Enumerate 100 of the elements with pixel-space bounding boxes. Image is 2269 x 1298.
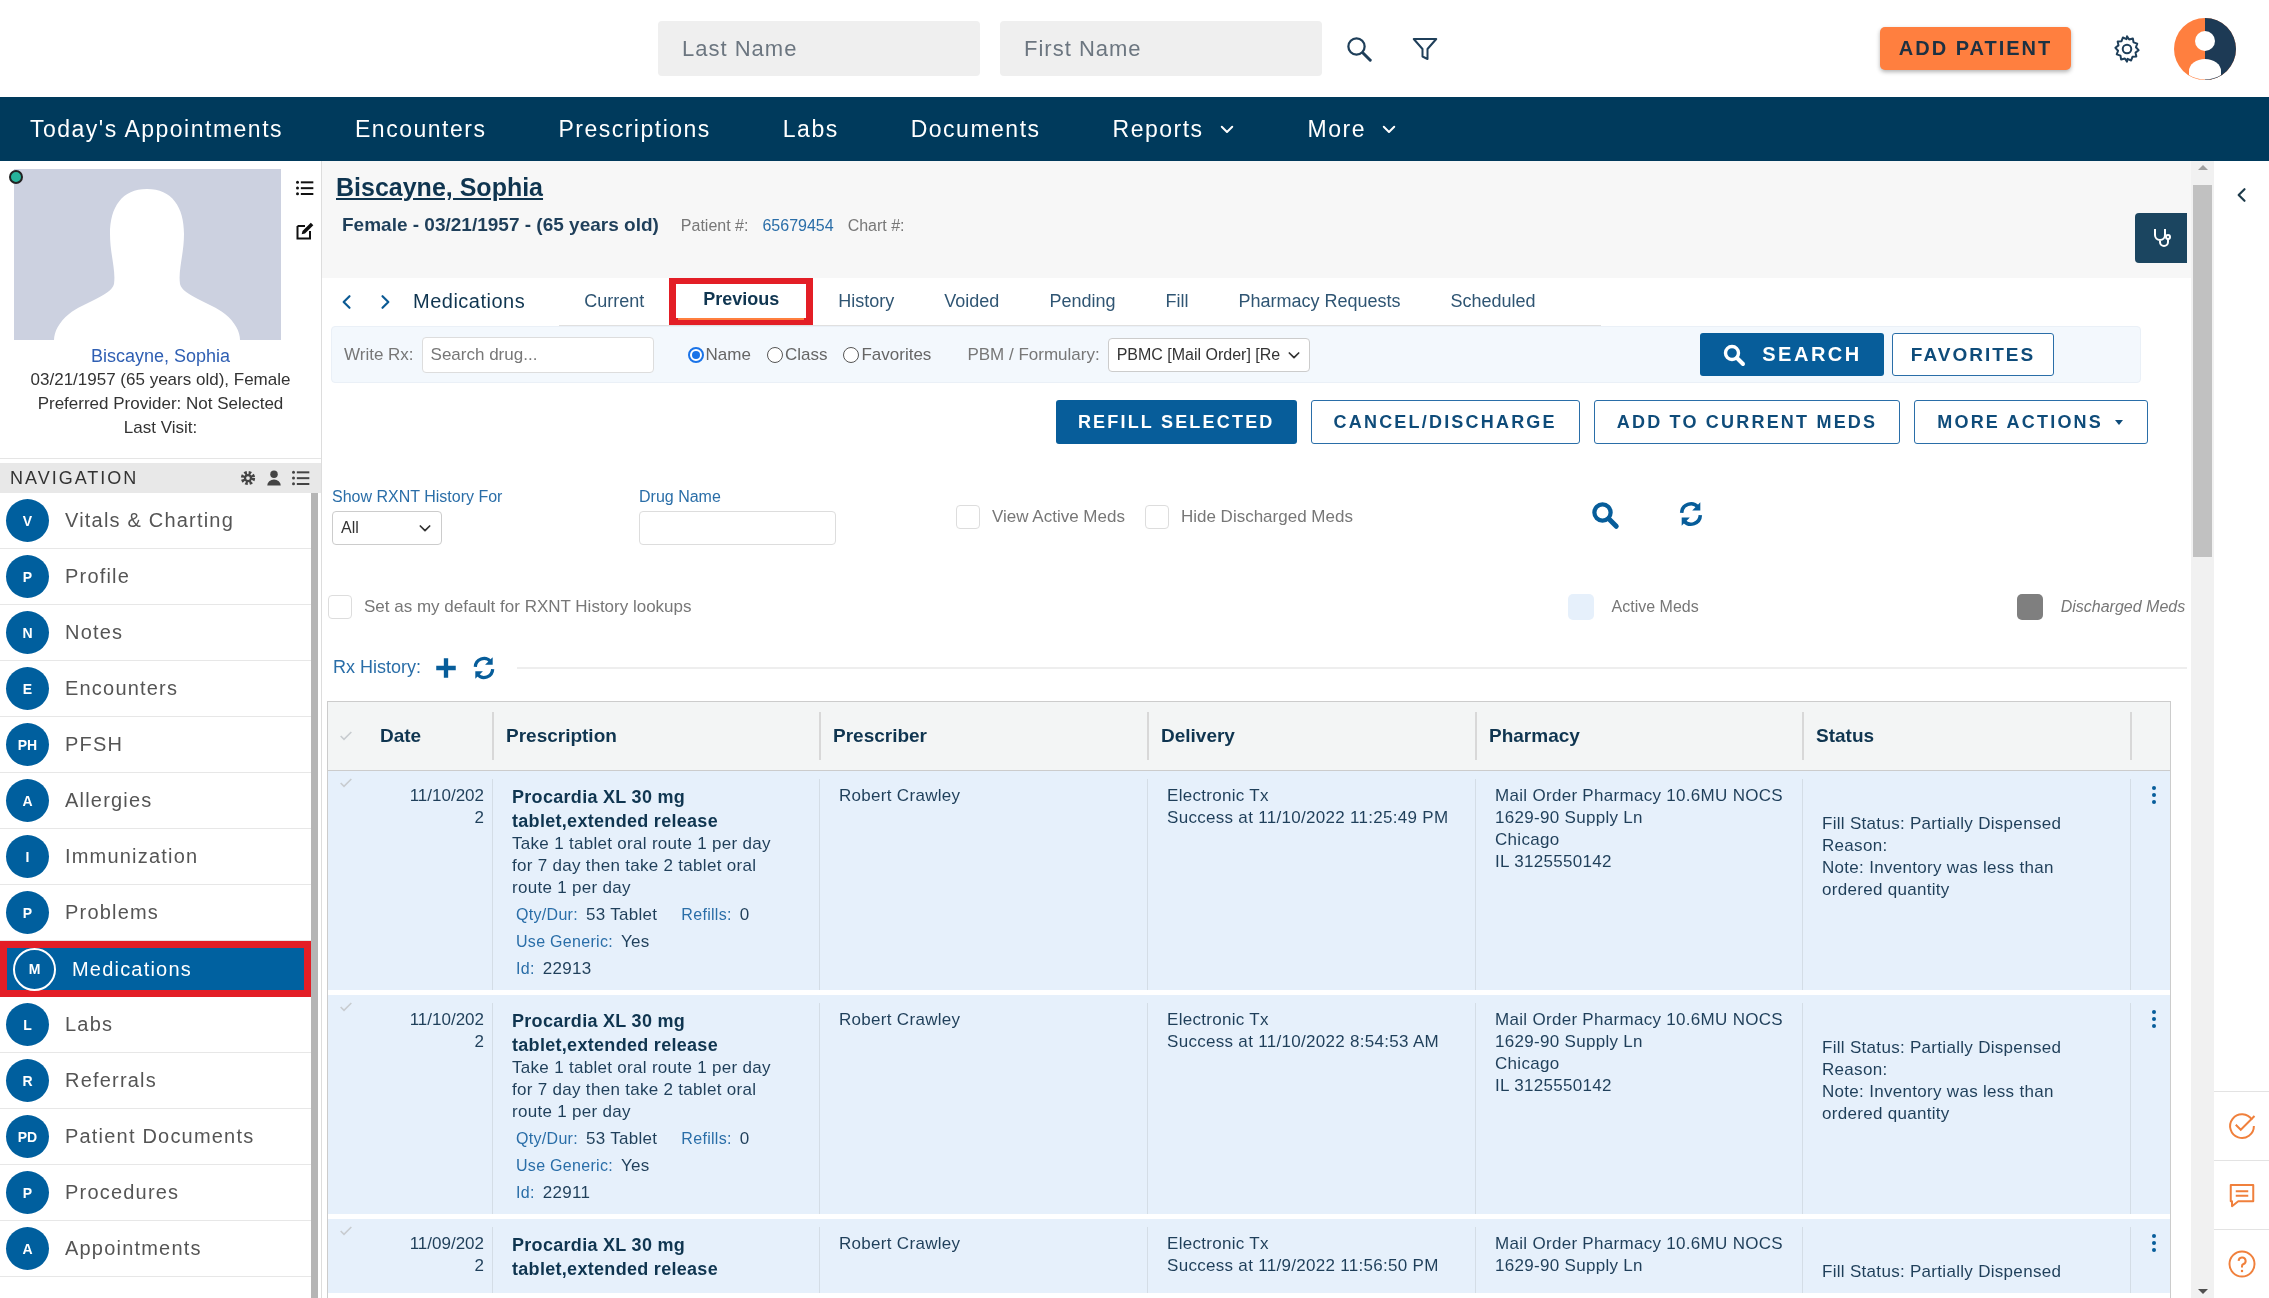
edit-icon[interactable] bbox=[295, 221, 315, 241]
nav-item[interactable]: Encounters bbox=[355, 115, 487, 143]
pharmacy-text: IL 3125550142 bbox=[1495, 851, 1613, 873]
settings-icon[interactable] bbox=[239, 469, 257, 487]
write-rx-label: Write Rx: bbox=[344, 344, 414, 365]
rx-history-title: Rx History: bbox=[333, 657, 421, 679]
tab[interactable]: Pharmacy Requests bbox=[1213, 277, 1426, 326]
sidebar-label: Appointments bbox=[65, 1237, 202, 1260]
tab[interactable]: Fill bbox=[1140, 277, 1214, 326]
avatar-icon[interactable] bbox=[2173, 16, 2237, 81]
legend-label: Active Meds bbox=[1611, 597, 1699, 616]
sidebar-label: Encounters bbox=[65, 677, 179, 700]
initial-badge: P bbox=[6, 891, 49, 934]
tab[interactable]: Current bbox=[559, 277, 670, 326]
drug-name: Procardia XL 30 mg tablet,extended release bbox=[512, 1234, 719, 1281]
pharmacy-text: Mail Order Pharmacy 10.6MU NOCS bbox=[1495, 1009, 1784, 1031]
sidebar-label: Medications bbox=[72, 957, 192, 981]
radio-label: Class bbox=[784, 344, 828, 365]
pharmacy-text: 1629-90 Supply Ln bbox=[1495, 1031, 1644, 1053]
checkbox[interactable] bbox=[1144, 505, 1169, 530]
pharmacy-text: 1629-90 Supply Ln bbox=[1495, 807, 1644, 829]
initial-badge: L bbox=[6, 1003, 49, 1046]
favorites-button[interactable]: FAVORITES bbox=[1892, 333, 2054, 377]
initial-badge: V bbox=[6, 499, 49, 542]
tab[interactable]: Scheduled bbox=[1425, 277, 1561, 326]
list-icon[interactable] bbox=[295, 178, 315, 198]
quantity-text: Qty/Dur: 53 Tablet bbox=[516, 1128, 658, 1150]
checkbox[interactable] bbox=[328, 594, 352, 619]
tab[interactable]: History bbox=[813, 277, 920, 326]
help-icon[interactable] bbox=[2226, 1249, 2257, 1279]
patient-name-link[interactable]: Biscayne, Sophia bbox=[336, 173, 2191, 202]
quantity-text: Qty/Dur: 53 Tablet bbox=[516, 904, 658, 926]
initial-badge: N bbox=[6, 611, 49, 654]
stethoscope-button[interactable] bbox=[2135, 213, 2187, 263]
sidebar-label: Profile bbox=[65, 565, 131, 588]
navigation-title: NAVIGATION bbox=[10, 467, 139, 489]
status-text: Reason: bbox=[1822, 1059, 1889, 1081]
pharmacy-text: Mail Order Pharmacy 10.6MU NOCS bbox=[1495, 1233, 1784, 1255]
tab[interactable]: Previous bbox=[678, 282, 805, 320]
tab[interactable]: Voided bbox=[919, 277, 1025, 326]
delivery-text: Electronic Tx bbox=[1167, 785, 1270, 807]
sidebar-label: Referrals bbox=[65, 1069, 157, 1092]
checkbox[interactable] bbox=[956, 505, 980, 530]
patient-info-text: Last Visit: bbox=[122, 417, 199, 439]
status-text: Fill Status: Partially Dispensed bbox=[1822, 813, 2063, 835]
nav-item[interactable]: Reports bbox=[1112, 115, 1236, 143]
status-text: Fill Status: Partially Dispensed bbox=[1822, 1037, 2063, 1059]
pbm-dropdown[interactable]: PBMC [Mail Order] [Re bbox=[1107, 337, 1310, 372]
scrollbar-thumb[interactable] bbox=[2193, 185, 2212, 557]
search-icon[interactable] bbox=[1589, 500, 1620, 531]
column-header[interactable]: Prescription bbox=[492, 702, 819, 771]
nav-item[interactable]: Labs bbox=[782, 115, 839, 143]
nav-item[interactable]: Prescriptions bbox=[558, 115, 711, 143]
column-header[interactable]: Pharmacy bbox=[1475, 702, 1802, 771]
generic-text: Use Generic: Yes bbox=[516, 1155, 650, 1177]
scrollbar[interactable] bbox=[311, 493, 318, 1298]
sidebar-label: Problems bbox=[65, 901, 160, 924]
refresh-icon[interactable] bbox=[471, 654, 497, 681]
section-title: Medications bbox=[413, 290, 526, 314]
person-icon[interactable] bbox=[265, 469, 283, 487]
nav-item[interactable]: More bbox=[1307, 115, 1398, 143]
radio-button[interactable] bbox=[843, 346, 860, 363]
action-button[interactable]: MORE ACTIONS bbox=[1914, 400, 2148, 445]
action-button[interactable]: ADD TO CURRENT MEDS bbox=[1593, 400, 1901, 445]
action-button[interactable]: REFILL SELECTED bbox=[1055, 400, 1297, 445]
search-icon bbox=[1722, 342, 1747, 367]
patient-number: 65679454 bbox=[762, 217, 834, 235]
radio-label: Name bbox=[705, 344, 751, 365]
sidebar-label: Procedures bbox=[65, 1181, 180, 1204]
column-header[interactable]: Date bbox=[366, 702, 492, 771]
delivery-text: Success at 11/9/2022 11:56:50 PM bbox=[1167, 1255, 1440, 1277]
search-button[interactable]: SEARCH bbox=[1700, 333, 1884, 377]
tab[interactable]: Pending bbox=[1024, 277, 1141, 326]
sidebar-item[interactable]: M Medications bbox=[7, 948, 304, 990]
nav-item[interactable]: Today's Appointments bbox=[30, 115, 284, 143]
status-text: Note: Inventory was less than ordered quantity bbox=[1822, 1081, 2055, 1125]
initial-badge: A bbox=[6, 1227, 49, 1270]
radio-button[interactable] bbox=[687, 346, 704, 363]
sidebar-label: Allergies bbox=[65, 789, 153, 812]
column-header[interactable]: Status bbox=[1802, 702, 2130, 771]
column-header[interactable]: Delivery bbox=[1147, 702, 1475, 771]
initial-badge: E bbox=[6, 667, 49, 710]
check-circle-icon[interactable] bbox=[2226, 1111, 2257, 1141]
drug-name-field[interactable] bbox=[639, 511, 836, 546]
nav-item[interactable]: Documents bbox=[910, 115, 1041, 143]
drug-search-field[interactable]: Search drug... bbox=[421, 336, 654, 373]
pharmacy-text: 1629-90 Supply Ln bbox=[1495, 1255, 1644, 1277]
patient-name-link[interactable]: Biscayne, Sophia bbox=[0, 344, 321, 368]
first-name-field[interactable]: First Name bbox=[1000, 21, 1322, 76]
history-dropdown[interactable]: All bbox=[332, 511, 442, 546]
add-patient-button[interactable]: ADD PATIENT bbox=[1880, 27, 2071, 70]
sidebar-label: Notes bbox=[65, 621, 124, 644]
filter-label: Show RXNT History For bbox=[332, 488, 504, 507]
list-icon[interactable] bbox=[291, 468, 311, 488]
pharmacy-text: Chicago bbox=[1495, 829, 1561, 851]
action-button[interactable]: CANCEL/DISCHARGE bbox=[1310, 400, 1580, 445]
status-text: Fill Status: Partially Dispensed bbox=[1822, 1261, 2063, 1283]
last-name-field[interactable]: Last Name bbox=[658, 21, 980, 76]
column-header[interactable]: Prescriber bbox=[819, 702, 1147, 771]
radio-button[interactable] bbox=[766, 346, 783, 363]
